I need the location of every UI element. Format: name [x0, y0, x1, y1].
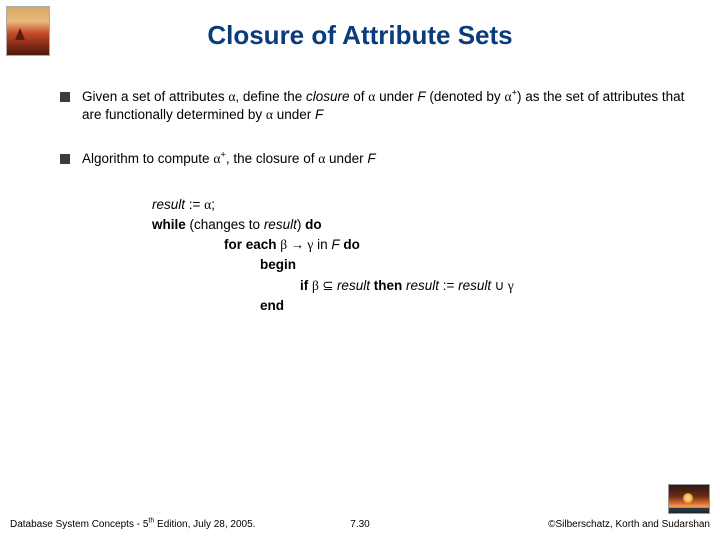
- alpha-symbol: α: [504, 89, 511, 104]
- keyword: if: [300, 278, 312, 293]
- page-title: Closure of Attribute Sets: [0, 0, 720, 51]
- footer-center: 7.30: [350, 519, 369, 530]
- union-symbol: ∪: [491, 278, 508, 293]
- square-bullet-icon: [60, 154, 70, 164]
- text-italic: F: [315, 107, 323, 122]
- bullet-1-text: Given a set of attributes α, define the …: [82, 88, 690, 124]
- beta-symbol: β: [312, 278, 319, 293]
- text-italic: result: [458, 278, 491, 293]
- algo-line-1: result := α;: [152, 195, 690, 215]
- footer-logo-image: [668, 484, 710, 514]
- text: in: [313, 237, 331, 252]
- text: ): [297, 217, 305, 232]
- text: (changes to: [190, 217, 264, 232]
- arrow-symbol: →: [287, 237, 307, 252]
- text-italic: F: [367, 151, 375, 166]
- text-italic: result: [152, 197, 185, 212]
- keyword: begin: [260, 257, 296, 272]
- slide-content: Given a set of attributes α, define the …: [60, 88, 690, 316]
- keyword: do: [305, 217, 322, 232]
- keyword: do: [340, 237, 360, 252]
- alpha-symbol: α: [266, 107, 273, 122]
- text: under: [375, 89, 417, 104]
- text-italic: result: [337, 278, 370, 293]
- subset-symbol: ⊆: [319, 278, 337, 293]
- text: of: [350, 89, 369, 104]
- text: Given a set of attributes: [82, 89, 228, 104]
- text: :=: [439, 278, 458, 293]
- text: ;: [211, 197, 215, 212]
- text-italic: closure: [306, 89, 350, 104]
- text: Database System Concepts - 5: [10, 519, 148, 530]
- header-logo-image: [6, 6, 50, 56]
- bullet-2-text: Algorithm to compute α+, the closure of …: [82, 150, 690, 168]
- algo-line-6: end: [152, 296, 690, 316]
- bullet-item-1: Given a set of attributes α, define the …: [60, 88, 690, 124]
- text-italic: F: [417, 89, 425, 104]
- algo-line-4: begin: [152, 255, 690, 275]
- bullet-item-2: Algorithm to compute α+, the closure of …: [60, 150, 690, 168]
- text: under: [325, 151, 367, 166]
- square-bullet-icon: [60, 92, 70, 102]
- text: (denoted by: [426, 89, 505, 104]
- text: under: [273, 107, 315, 122]
- text-italic: result: [264, 217, 297, 232]
- gamma-symbol: γ: [508, 278, 514, 293]
- text: , the closure of: [226, 151, 318, 166]
- text: , define the: [235, 89, 306, 104]
- algo-line-5: if β ⊆ result then result := result ∪ γ: [152, 276, 690, 296]
- footer-left: Database System Concepts - 5th Edition, …: [10, 519, 255, 530]
- keyword: then: [370, 278, 406, 293]
- text-italic: result: [406, 278, 439, 293]
- algo-line-2: while (changes to result) do: [152, 215, 690, 235]
- text: Algorithm to compute: [82, 151, 213, 166]
- keyword: for each: [224, 237, 280, 252]
- text-italic: F: [331, 237, 339, 252]
- algo-line-3: for each β → γ in F do: [152, 235, 690, 255]
- text: Edition, July 28, 2005.: [154, 519, 255, 530]
- algorithm-block: result := α; while (changes to result) d…: [152, 195, 690, 317]
- text: :=: [185, 197, 204, 212]
- keyword: while: [152, 217, 190, 232]
- footer-right: ©Silberschatz, Korth and Sudarshan: [548, 519, 710, 530]
- keyword: end: [260, 298, 284, 313]
